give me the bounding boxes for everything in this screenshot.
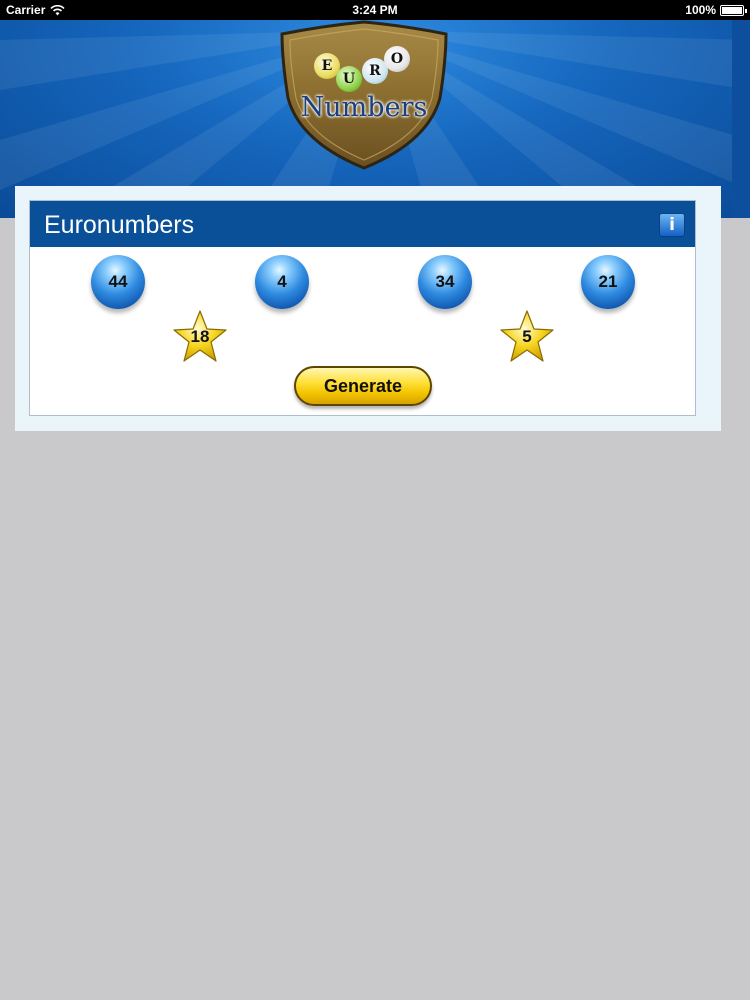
info-button[interactable]: i (659, 213, 685, 237)
numbers-panel: Euronumbers i 44 4 34 21 18 5 Generate (15, 186, 721, 431)
number-ball: 21 (581, 255, 635, 309)
info-icon: i (669, 214, 675, 235)
battery-icon (720, 4, 747, 16)
status-time: 3:24 PM (352, 3, 398, 17)
ball-number: 21 (598, 272, 618, 291)
battery-percent: 100% (685, 3, 716, 17)
star-number: 5 (522, 327, 532, 346)
logo-ball-o: O (384, 46, 410, 72)
battery-info: 100% (685, 3, 747, 17)
lucky-star: 5 (498, 309, 556, 365)
ball-number: 4 (277, 272, 287, 291)
logo-text: Numbers (300, 92, 428, 123)
status-bar: Carrier 3:24 PM 100% (0, 0, 750, 20)
number-ball: 44 (91, 255, 145, 309)
app-logo: E U R O Numbers (278, 20, 450, 170)
card-header: Euronumbers i (30, 201, 695, 247)
header-edge (732, 20, 750, 218)
lucky-star: 18 (171, 309, 229, 365)
number-ball: 4 (255, 255, 309, 309)
card-title: Euronumbers (44, 211, 195, 239)
number-ball: 34 (418, 255, 472, 309)
ball-number: 34 (435, 272, 455, 291)
star-number: 18 (190, 327, 210, 346)
ball-number: 44 (108, 272, 128, 291)
logo-ball-u: U (336, 66, 362, 92)
generate-button[interactable]: Generate (294, 366, 432, 406)
numbers-card: Euronumbers i 44 4 34 21 18 5 Generate (29, 200, 696, 416)
